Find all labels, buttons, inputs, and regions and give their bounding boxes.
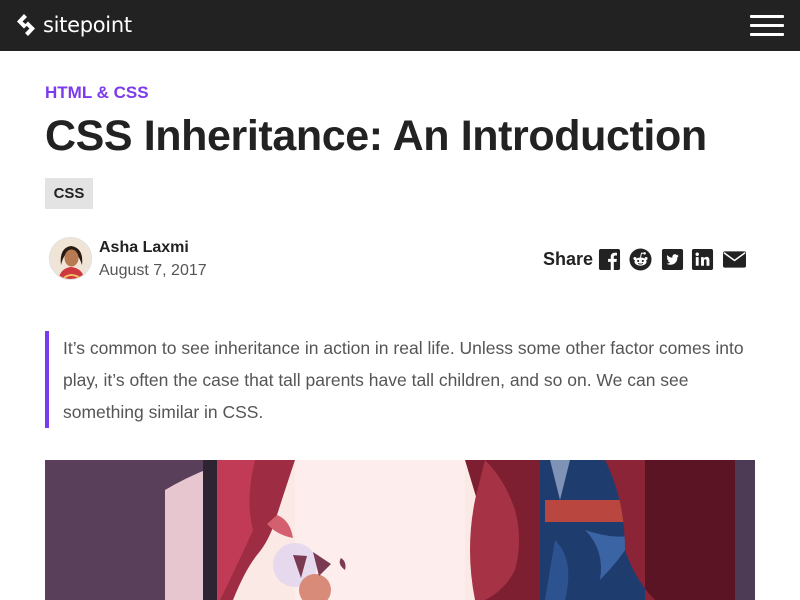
hamburger-menu-icon[interactable] bbox=[750, 15, 784, 36]
brand-name: sitepoint bbox=[43, 13, 132, 37]
author-name[interactable]: Asha Laxmi bbox=[99, 239, 189, 257]
reddit-icon[interactable] bbox=[629, 248, 652, 271]
publish-date: August 7, 2017 bbox=[99, 262, 207, 279]
sitepoint-home-link[interactable]: sitepoint bbox=[15, 11, 132, 39]
hero-illustration bbox=[45, 460, 755, 600]
email-icon[interactable] bbox=[722, 248, 747, 271]
twitter-icon[interactable] bbox=[661, 248, 684, 271]
article-intro-quote: It’s common to see inheritance in action… bbox=[45, 331, 765, 428]
author-avatar[interactable] bbox=[49, 237, 92, 280]
article-category-link[interactable]: HTML & CSS bbox=[45, 83, 149, 103]
tag-css[interactable]: CSS bbox=[45, 178, 93, 209]
article-title: CSS Inheritance: An Introduction bbox=[45, 112, 707, 160]
intro-text: It’s common to see inheritance in action… bbox=[63, 338, 744, 422]
linkedin-icon[interactable] bbox=[691, 248, 714, 271]
top-navigation-bar: sitepoint bbox=[0, 0, 800, 51]
sitepoint-logo-icon bbox=[17, 14, 35, 36]
share-label: Share bbox=[543, 249, 594, 269]
facebook-icon[interactable] bbox=[598, 248, 621, 271]
